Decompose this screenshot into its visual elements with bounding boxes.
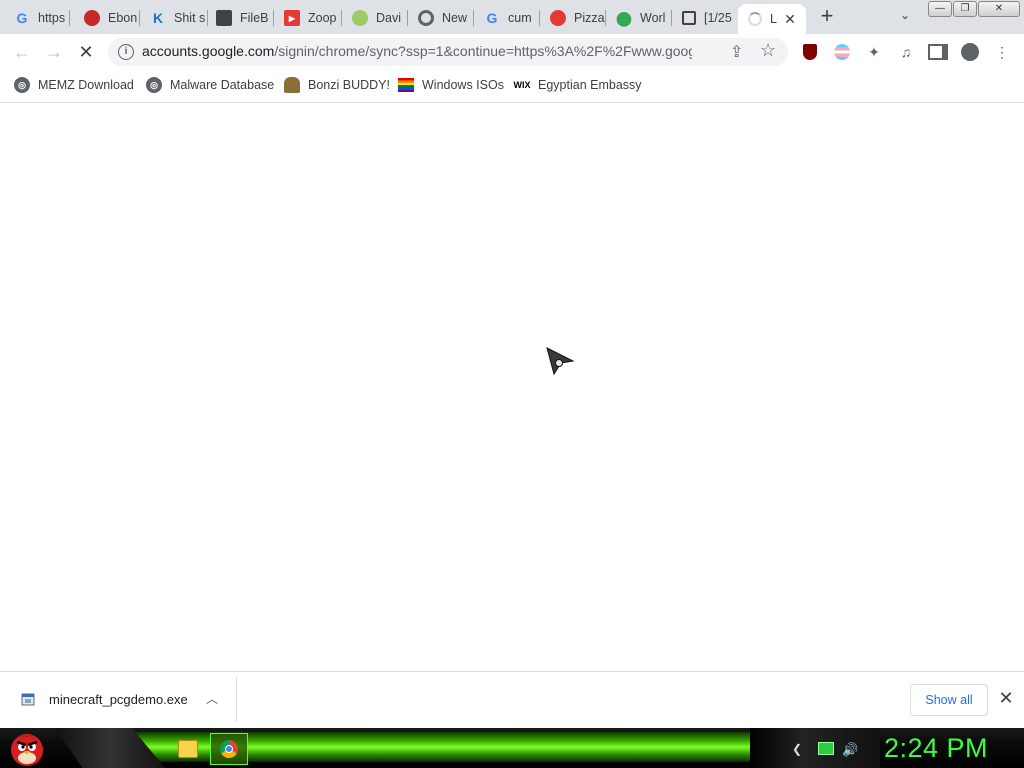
share-icon[interactable]: ⇪ (730, 42, 743, 62)
bookmark-memz-download[interactable]: ◎ MEMZ Download (14, 76, 134, 94)
bookmark-windows-isos[interactable]: Windows ISOs (398, 76, 504, 94)
taskbar-clock[interactable]: 2:24 PM (884, 731, 1020, 765)
ublock-extension-icon[interactable] (800, 42, 820, 62)
close-window-button[interactable]: ✕ (978, 1, 1020, 17)
address-bar[interactable]: i accounts.google.com/signin/chrome/sync… (108, 38, 788, 66)
tab-6[interactable]: New (408, 4, 474, 32)
file-explorer-taskbar-icon[interactable] (178, 740, 198, 758)
android-icon (352, 10, 368, 26)
network-icon[interactable] (818, 742, 834, 755)
tab-0[interactable]: G https (4, 4, 70, 32)
minimize-button[interactable]: — (928, 1, 952, 17)
tab-8[interactable]: Pizza (540, 4, 606, 32)
tab-close-icon[interactable]: ✕ (782, 11, 798, 27)
download-filename: minecraft_pcgdemo.exe (49, 692, 188, 707)
site-info-icon[interactable]: i (118, 44, 134, 60)
close-download-shelf-icon[interactable]: ✕ (996, 688, 1016, 708)
tab-10[interactable]: [1/25 (672, 4, 738, 32)
profile-avatar-icon[interactable] (960, 42, 980, 62)
back-button[interactable]: ← (10, 40, 34, 64)
restore-button[interactable]: ❐ (953, 1, 977, 17)
tab-4[interactable]: ▶ Zoop (274, 4, 342, 32)
angry-bird-start-icon[interactable] (8, 729, 46, 767)
k-logo-icon: K (152, 10, 164, 26)
filebin-icon (216, 10, 232, 26)
url-text[interactable]: accounts.google.com/signin/chrome/sync?s… (142, 43, 692, 59)
volume-icon[interactable]: 🔊 (842, 742, 858, 758)
tab-active[interactable]: L ✕ (738, 4, 806, 34)
page-content-area[interactable] (0, 103, 1024, 671)
tab-9[interactable]: ⬤ Worl (606, 4, 672, 32)
bookmark-egyptian-embassy[interactable]: WIX Egyptian Embassy (514, 76, 642, 94)
youtube-icon: ▶ (284, 10, 300, 26)
show-all-button[interactable]: Show all (910, 684, 988, 716)
tab-7[interactable]: G cum (474, 4, 540, 32)
qr-icon (682, 11, 696, 25)
download-item[interactable]: minecraft_pcgdemo.exe ︿ (0, 677, 237, 722)
tray-arrow-icon[interactable]: ❮ (792, 742, 802, 756)
loading-spinner-icon (748, 12, 762, 26)
tab-3[interactable]: FileB (206, 4, 274, 32)
tab-1[interactable]: Ebon (74, 4, 140, 32)
bookmark-star-icon[interactable]: ☆ (760, 40, 776, 61)
menu-kebab-icon[interactable]: ⋮ (992, 42, 1012, 62)
new-tab-button[interactable]: + (815, 5, 839, 28)
bookmark-malware-database[interactable]: ◎ Malware Database (146, 76, 274, 94)
extensions-puzzle-icon[interactable]: ✦ (864, 42, 884, 62)
tab-5[interactable]: Davi (342, 4, 408, 32)
chrome-taskbar-button[interactable] (210, 733, 248, 765)
chrome-icon (220, 740, 238, 758)
globe-icon: ◎ (146, 77, 162, 93)
bookmark-bonzi-buddy[interactable]: Bonzi BUDDY! (284, 76, 390, 94)
bonzi-icon (284, 77, 300, 93)
trans-flag-extension-icon[interactable] (832, 42, 852, 62)
chevron-up-icon[interactable]: ︿ (206, 690, 218, 707)
google-g-icon: G (486, 10, 498, 26)
stop-loading-button[interactable]: ✕ (74, 40, 98, 64)
media-control-icon[interactable]: ♫ (896, 42, 916, 62)
maps-pin-icon: ⬤ (616, 9, 632, 26)
forward-button[interactable]: → (42, 40, 66, 64)
tab-search-button[interactable]: ⌄ (895, 8, 915, 26)
chrome-icon (418, 10, 434, 26)
side-panel-icon[interactable] (928, 42, 948, 62)
google-g-icon: G (16, 10, 28, 26)
globe-icon: ◎ (14, 77, 30, 93)
tab-2[interactable]: K Shit s (140, 4, 208, 32)
lips-icon (550, 10, 566, 26)
mouse-cursor-icon (546, 347, 575, 376)
rainbow-flag-icon (398, 78, 414, 92)
exe-file-icon (21, 693, 35, 706)
wix-icon: WIX (513, 80, 531, 90)
lips-icon (84, 10, 100, 26)
system-tray (750, 728, 880, 768)
